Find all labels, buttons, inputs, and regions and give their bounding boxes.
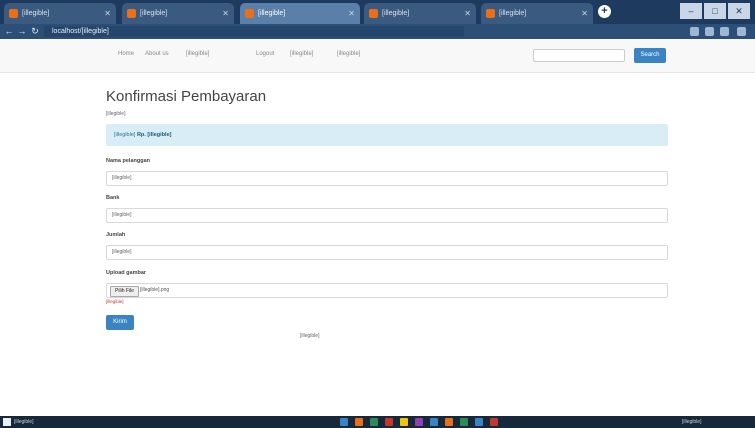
nav-item-user[interactable]: [illegible]	[337, 51, 360, 57]
nav-item-cart[interactable]: [illegible]	[290, 51, 313, 57]
taskbar-app-icon[interactable]	[370, 418, 378, 426]
menu-icon[interactable]	[737, 27, 746, 36]
page-title: Konfirmasi Pembayaran	[106, 88, 267, 105]
submit-button[interactable]: Kirim	[106, 315, 134, 330]
choose-file-button[interactable]: Pilih File	[110, 286, 139, 297]
taskbar-app-icon[interactable]	[475, 418, 483, 426]
bank-label: Bank	[106, 195, 120, 201]
taskbar-app-icon[interactable]	[445, 418, 453, 426]
os-taskbar: [illegible] [illegible]	[0, 416, 755, 428]
url-input[interactable]: localhost/[illegible]	[44, 26, 464, 37]
tab-favicon-icon	[9, 9, 18, 18]
tab-title: [illegible]	[22, 10, 50, 17]
taskbar-app-icon[interactable]	[430, 418, 438, 426]
search-button[interactable]: Search	[634, 48, 666, 63]
customer-name-label: Nama pelanggan	[106, 158, 151, 164]
close-window-button[interactable]: ✕	[728, 3, 750, 19]
footer-copyright: [illegible]	[300, 333, 320, 339]
browser-tab[interactable]: [illegible] ✕	[4, 3, 116, 24]
upload-hint: [illegible]	[106, 299, 124, 304]
nav-item-home[interactable]: Home	[118, 51, 134, 57]
customer-name-field[interactable]: [illegible]	[106, 171, 668, 186]
alert-text: [illegible]	[114, 132, 136, 138]
alert-amount: Rp. [illegible]	[136, 132, 172, 138]
payment-info-alert: [illegible] Rp. [illegible]	[106, 124, 668, 146]
browser-tab-active[interactable]: [illegible] ✕	[240, 3, 360, 24]
taskbar-start-label: [illegible]	[14, 419, 34, 425]
browser-tab-bar: [illegible] ✕ [illegible] ✕ [illegible] …	[0, 0, 755, 24]
taskbar-app-icon[interactable]	[340, 418, 348, 426]
minimize-button[interactable]: –	[680, 3, 702, 19]
taskbar-app-icon[interactable]	[385, 418, 393, 426]
start-icon[interactable]	[3, 418, 11, 426]
tab-title: [illegible]	[499, 10, 527, 17]
browser-tab[interactable]: [illegible] ✕	[481, 3, 593, 24]
nav-item-logout[interactable]: Logout	[256, 51, 274, 57]
upload-label: Upload gambar	[106, 270, 147, 276]
taskbar-app-icon[interactable]	[400, 418, 408, 426]
back-icon[interactable]: ←	[3, 25, 15, 38]
close-tab-icon[interactable]: ✕	[222, 3, 229, 24]
close-tab-icon[interactable]: ✕	[348, 3, 355, 24]
close-tab-icon[interactable]: ✕	[464, 3, 471, 24]
taskbar-app-icon[interactable]	[490, 418, 498, 426]
nav-item-history[interactable]: [illegible]	[186, 51, 209, 57]
amount-field[interactable]: [illegible]	[106, 245, 668, 260]
selected-file-name: [illegible].png	[140, 287, 170, 293]
address-bar-row: ← → ↻ localhost/[illegible]	[0, 24, 755, 39]
maximize-button[interactable]: □	[704, 3, 726, 19]
nav-item-about[interactable]: About us	[145, 51, 169, 57]
site-navbar: Home About us [illegible] Logout [illegi…	[0, 39, 755, 73]
taskbar-app-icon[interactable]	[355, 418, 363, 426]
extension-icon[interactable]	[705, 27, 714, 36]
taskbar-app-icon[interactable]	[415, 418, 423, 426]
tab-title: [illegible]	[140, 10, 168, 17]
bank-field[interactable]: [illegible]	[106, 208, 668, 223]
file-upload-field: Pilih File [illegible].png	[106, 283, 668, 298]
extension-icon[interactable]	[690, 27, 699, 36]
tab-favicon-icon	[486, 9, 495, 18]
new-tab-button[interactable]: +	[598, 5, 611, 18]
tab-title: [illegible]	[382, 10, 410, 17]
browser-tab[interactable]: [illegible] ✕	[364, 3, 476, 24]
tab-title: [illegible]	[258, 10, 286, 17]
amount-label: Jumlah	[106, 232, 126, 238]
extension-icon[interactable]	[720, 27, 729, 36]
close-tab-icon[interactable]: ✕	[104, 3, 111, 24]
browser-tab[interactable]: [illegible] ✕	[122, 3, 234, 24]
page-subtitle: [illegible]	[106, 111, 126, 117]
reload-icon[interactable]: ↻	[29, 25, 41, 38]
forward-icon[interactable]: →	[16, 25, 28, 38]
tab-favicon-icon	[369, 9, 378, 18]
close-tab-icon[interactable]: ✕	[581, 3, 588, 24]
search-input[interactable]	[533, 49, 625, 62]
tab-favicon-icon	[127, 9, 136, 18]
taskbar-app-icon[interactable]	[460, 418, 468, 426]
system-tray: [illegible]	[682, 419, 702, 425]
tab-favicon-icon	[245, 9, 254, 18]
